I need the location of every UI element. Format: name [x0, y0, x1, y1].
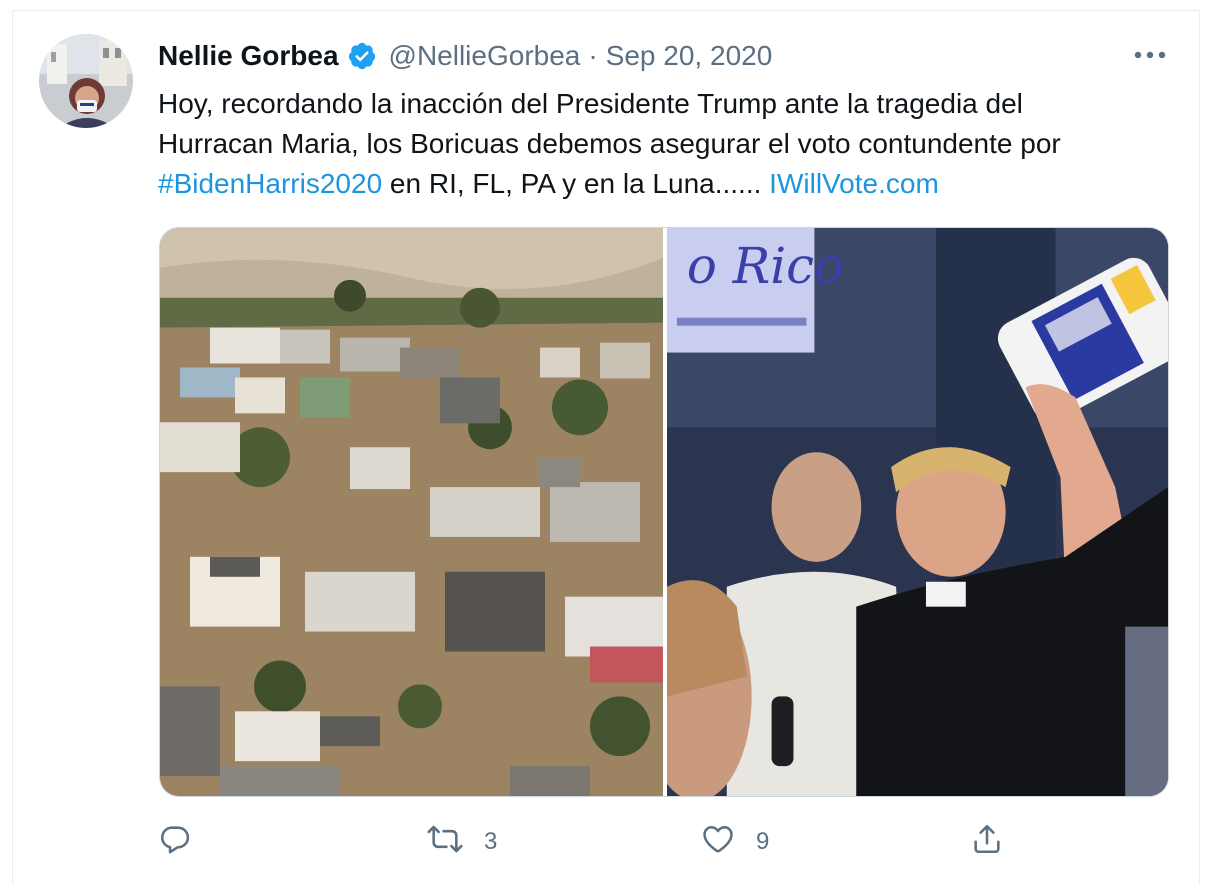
more-icon[interactable]	[1130, 40, 1170, 70]
author-name[interactable]: Nellie Gorbea	[158, 40, 339, 72]
like-count: 9	[756, 828, 770, 855]
tweet-text-line-2: Hurracan Maria, los Boricuas debemos ase…	[158, 128, 1061, 159]
avatar[interactable]	[39, 34, 133, 128]
like-icon	[700, 822, 736, 863]
media-grid: o Rico	[159, 227, 1169, 797]
retweet-icon	[426, 822, 464, 863]
tweet-actions: 3 9	[158, 818, 1168, 866]
verified-badge-icon	[347, 41, 377, 71]
retweet-button[interactable]: 3	[426, 818, 497, 866]
hashtag-link[interactable]: #BidenHarris2020	[158, 168, 382, 199]
tweet-header: Nellie Gorbea @NellieGorbea · Sep 20, 20…	[158, 38, 772, 74]
separator-dot: ·	[588, 40, 598, 71]
tweet-text-middle: en RI, FL, PA y en la Luna......	[382, 168, 770, 199]
author-handle[interactable]: @NellieGorbea	[389, 40, 581, 72]
share-button[interactable]	[970, 818, 1004, 866]
svg-text:o Rico: o Rico	[687, 237, 844, 295]
tweet-date[interactable]: Sep 20, 2020	[606, 40, 773, 72]
share-icon	[970, 822, 1004, 863]
tweet-text-line-1: Hoy, recordando la inacción del Presiden…	[158, 88, 1023, 119]
retweet-count: 3	[484, 828, 498, 855]
tweet-text: Hoy, recordando la inacción del Presiden…	[158, 84, 1168, 204]
flooded-neighborhood-photo[interactable]	[160, 228, 663, 796]
like-button[interactable]: 9	[700, 818, 769, 866]
url-link[interactable]: IWillVote.com	[769, 168, 939, 199]
reply-button[interactable]	[158, 818, 212, 866]
paper-towel-toss-photo[interactable]: o Rico	[667, 228, 1168, 796]
tweet-text-line-3: #BidenHarris2020 en RI, FL, PA y en la L…	[158, 164, 1168, 204]
reply-icon	[158, 822, 192, 863]
